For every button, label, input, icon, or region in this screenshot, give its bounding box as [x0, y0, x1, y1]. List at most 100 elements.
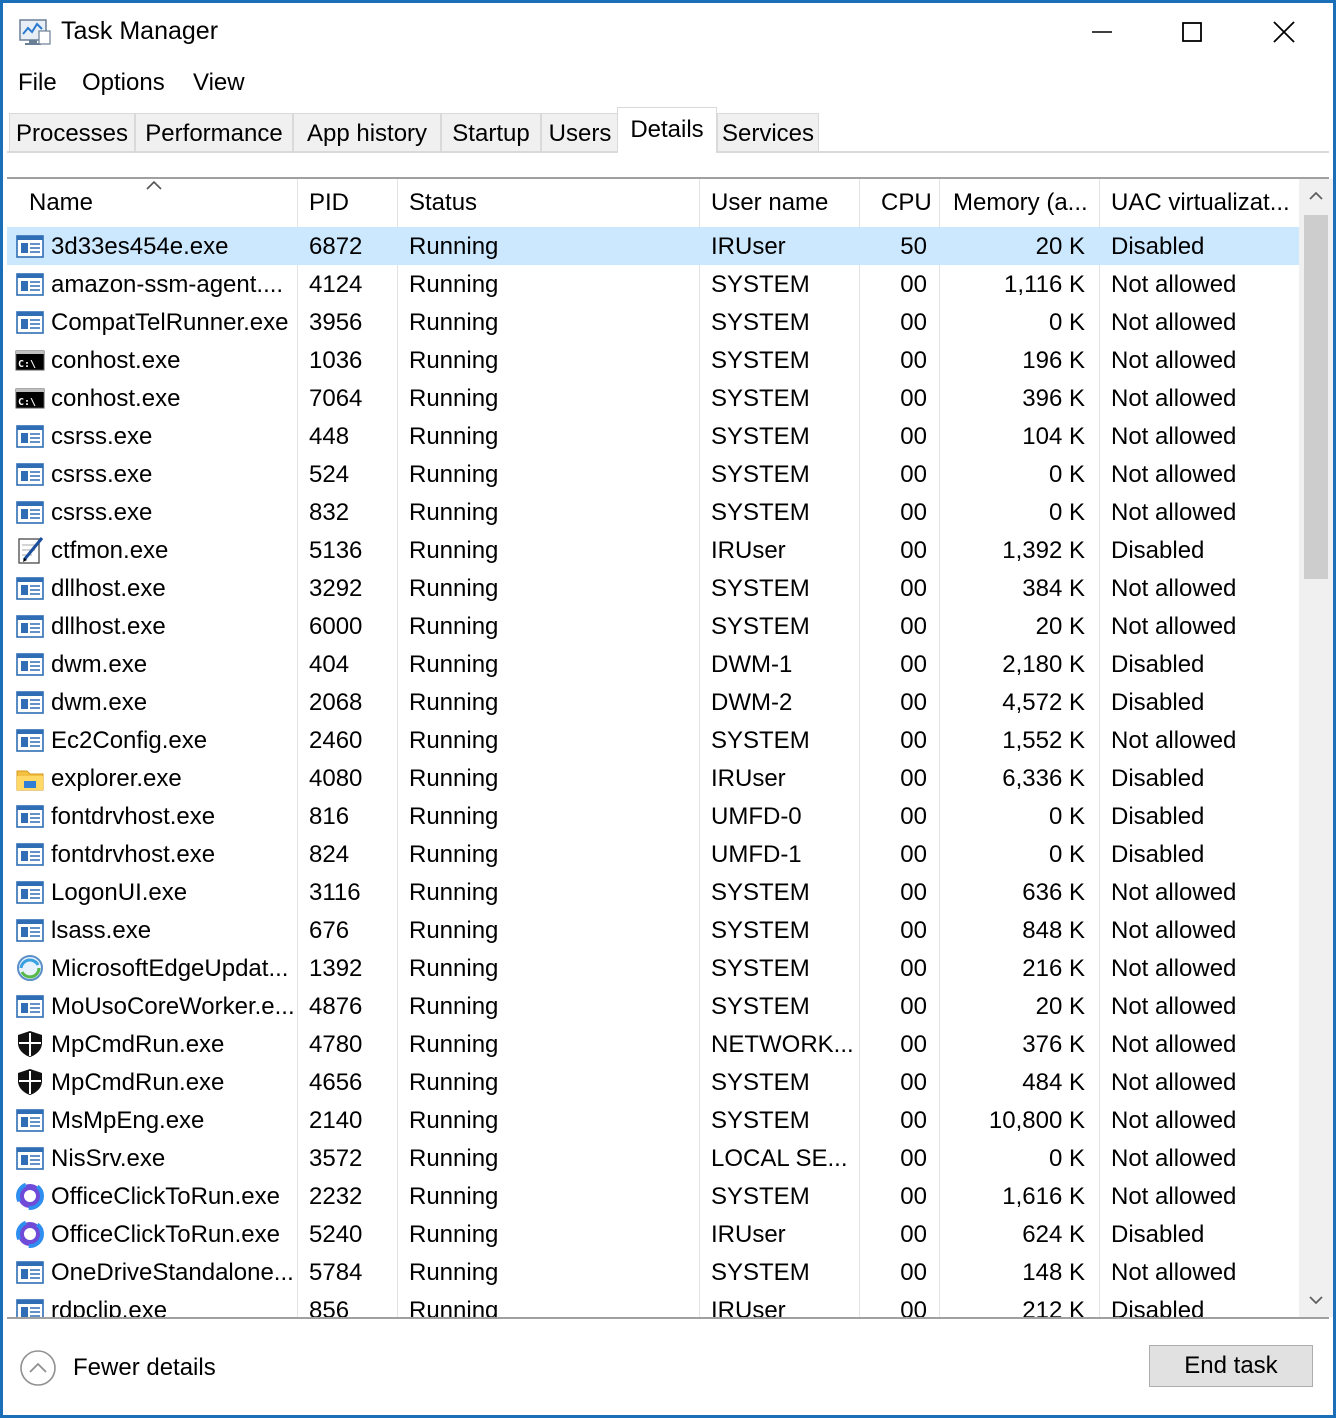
table-row[interactable]: MicrosoftEdgeUpdat... 1392 Running SYSTEM 00…	[7, 949, 1299, 987]
process-pid: 3116	[309, 879, 361, 906]
panel-bottom-border	[7, 1317, 1329, 1319]
process-pid: 524	[309, 461, 350, 488]
table-row[interactable]: NisSrv.exe 3572 Running LOCAL SE... 00 0 K Not…	[7, 1139, 1299, 1177]
column-header-memory[interactable]: Memory (a...	[953, 179, 1088, 225]
table-row[interactable]: csrss.exe 524 Running SYSTEM 00 0 K Not allowe…	[7, 455, 1299, 493]
table-row[interactable]: csrss.exe 832 Running SYSTEM 00 0 K Not allowe…	[7, 493, 1299, 531]
tab-startup[interactable]: Startup	[441, 113, 541, 151]
office-icon	[15, 1181, 45, 1211]
process-cpu: 00	[900, 651, 927, 678]
process-user: LOCAL SE...	[711, 1145, 848, 1172]
process-pid: 5136	[309, 537, 363, 564]
process-user: UMFD-0	[711, 803, 802, 830]
process-pid: 3572	[309, 1145, 363, 1172]
table-row[interactable]: fontdrvhost.exe 816 Running UMFD-0 00 0 K Disa…	[7, 797, 1299, 835]
tab-details[interactable]: Details	[617, 107, 717, 153]
maximize-button[interactable]	[1147, 3, 1237, 61]
table-row[interactable]: OneDriveStandalone... 5784 Running SYSTEM 00…	[7, 1253, 1299, 1291]
chevron-up-circle-icon[interactable]	[19, 1349, 57, 1387]
scroll-up-button[interactable]	[1299, 179, 1333, 213]
process-cpu: 00	[900, 347, 927, 374]
table-row[interactable]: dwm.exe 2068 Running DWM-2 00 4,572 K Disabled	[7, 683, 1299, 721]
column-header-user-name[interactable]: User name	[711, 179, 828, 225]
process-pid: 2232	[309, 1183, 363, 1210]
table-row[interactable]: OfficeClickToRun.exe 2232 Running SYSTEM 00 1…	[7, 1177, 1299, 1215]
column-header-pid[interactable]: PID	[309, 179, 349, 225]
process-status: Running	[409, 271, 499, 298]
menu-bar: File Options View	[3, 61, 1333, 105]
column-header-name[interactable]: Name	[29, 179, 93, 225]
scroll-thumb[interactable]	[1304, 215, 1328, 579]
table-row[interactable]: MpCmdRun.exe 4780 Running NETWORK... 00 376 K…	[7, 1025, 1299, 1063]
title-bar[interactable]: Task Manager	[3, 3, 1333, 61]
table-row[interactable]: rdpclip.exe 856 Running IRUser 00 212 K Disabl…	[7, 1291, 1299, 1317]
tab-app-history[interactable]: App history	[293, 113, 441, 151]
process-memory: 20 K	[1035, 613, 1085, 640]
process-uac: Not allowed	[1111, 613, 1237, 640]
process-user: SYSTEM	[711, 613, 810, 640]
close-button[interactable]	[1239, 3, 1329, 61]
process-pid: 4876	[309, 993, 363, 1020]
fewer-details-label[interactable]: Fewer details	[73, 1354, 216, 1382]
table-row[interactable]: CompatTelRunner.exe 3956 Running SYSTEM 00 0 …	[7, 303, 1299, 341]
table-row[interactable]: C:\ conhost.exe 7064 Running SYSTEM 00 396 K No…	[7, 379, 1299, 417]
tab-services[interactable]: Services	[717, 113, 819, 151]
process-name: dwm.exe	[51, 689, 148, 716]
process-uac: Disabled	[1111, 803, 1205, 830]
vertical-scrollbar[interactable]	[1299, 179, 1333, 1317]
tab-users[interactable]: Users	[541, 113, 619, 151]
scroll-down-button[interactable]	[1299, 1283, 1333, 1317]
process-memory: 0 K	[1048, 461, 1085, 488]
process-pid: 1036	[309, 347, 363, 374]
table-row[interactable]: explorer.exe 4080 Running IRUser 00 6,336 K Di…	[7, 759, 1299, 797]
app-window-icon	[15, 1105, 45, 1135]
table-row[interactable]: dllhost.exe 6000 Running SYSTEM 00 20 K Not al…	[7, 607, 1299, 645]
column-header-cpu[interactable]: CPU	[881, 179, 932, 225]
table-row[interactable]: Ec2Config.exe 2460 Running SYSTEM 00 1,552 K N…	[7, 721, 1299, 759]
table-row[interactable]: csrss.exe 448 Running SYSTEM 00 104 K Not allo…	[7, 417, 1299, 455]
table-row[interactable]: LogonUI.exe 3116 Running SYSTEM 00 636 K Not a…	[7, 873, 1299, 911]
process-cpu: 00	[900, 879, 927, 906]
column-header-status[interactable]: Status	[409, 179, 477, 225]
end-task-button[interactable]: End task	[1149, 1345, 1313, 1387]
table-row[interactable]: amazon-ssm-agent.... 4124 Running SYSTEM 00 1…	[7, 265, 1299, 303]
app-window-icon	[15, 269, 45, 299]
process-name: dllhost.exe	[51, 613, 166, 640]
process-cpu: 00	[900, 955, 927, 982]
fewer-details-toggle[interactable]: Fewer details	[19, 1343, 216, 1393]
table-row[interactable]: MsMpEng.exe 2140 Running SYSTEM 00 10,800 K No…	[7, 1101, 1299, 1139]
column-header-uac[interactable]: UAC virtualizat...	[1111, 179, 1290, 225]
table-row[interactable]: MpCmdRun.exe 4656 Running SYSTEM 00 484 K Not …	[7, 1063, 1299, 1101]
table-row[interactable]: dllhost.exe 3292 Running SYSTEM 00 384 K Not a…	[7, 569, 1299, 607]
process-user: IRUser	[711, 233, 786, 260]
table-row[interactable]: 3d33es454e.exe 6872 Running IRUser 50 20 K Dis…	[7, 227, 1299, 265]
process-uac: Disabled	[1111, 1297, 1205, 1317]
table-row[interactable]: ctfmon.exe 5136 Running IRUser 00 1,392 K Disa…	[7, 531, 1299, 569]
process-memory: 484 K	[1022, 1069, 1085, 1096]
process-memory: 1,552 K	[1002, 727, 1085, 754]
menu-view[interactable]: View	[193, 69, 245, 97]
process-pid: 2460	[309, 727, 363, 754]
process-user: SYSTEM	[711, 347, 810, 374]
menu-options[interactable]: Options	[82, 69, 165, 97]
process-status: Running	[409, 233, 499, 260]
process-status: Running	[409, 1183, 499, 1210]
process-cpu: 00	[900, 1297, 927, 1317]
table-row[interactable]: C:\ conhost.exe 1036 Running SYSTEM 00 196 K No…	[7, 341, 1299, 379]
menu-file[interactable]: File	[18, 69, 57, 97]
minimize-button[interactable]	[1057, 3, 1147, 61]
tab-processes[interactable]: Processes	[9, 113, 135, 151]
process-status: Running	[409, 385, 499, 412]
process-uac: Disabled	[1111, 1221, 1205, 1248]
table-row[interactable]: OfficeClickToRun.exe 5240 Running IRUser 00 6…	[7, 1215, 1299, 1253]
table-row[interactable]: MoUsoCoreWorker.e... 4876 Running SYSTEM 00 2…	[7, 987, 1299, 1025]
process-uac: Not allowed	[1111, 955, 1237, 982]
table-row[interactable]: lsass.exe 676 Running SYSTEM 00 848 K Not allo…	[7, 911, 1299, 949]
tab-performance[interactable]: Performance	[135, 113, 293, 151]
process-user: SYSTEM	[711, 879, 810, 906]
table-row[interactable]: fontdrvhost.exe 824 Running UMFD-1 00 0 K Disa…	[7, 835, 1299, 873]
table-row[interactable]: dwm.exe 404 Running DWM-1 00 2,180 K Disabled	[7, 645, 1299, 683]
process-name: Ec2Config.exe	[51, 727, 208, 754]
process-memory: 216 K	[1022, 955, 1085, 982]
tab-strip: Processes Performance App history Startu…	[3, 105, 1333, 155]
